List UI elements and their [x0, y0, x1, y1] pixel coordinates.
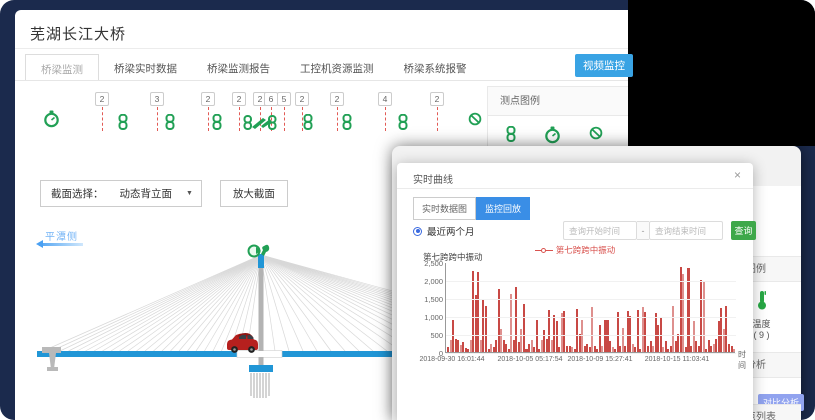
section-select-value: 动态背立面 [120, 186, 173, 201]
modal-header: 实时曲线 × [397, 163, 753, 189]
modal-title: 实时曲线 [413, 171, 453, 186]
sensor-strip: 23222652242 [15, 88, 495, 148]
legend-panel-icons [488, 116, 628, 149]
chart-bar [682, 274, 684, 352]
query-button[interactable]: 查询 [731, 221, 756, 240]
legend-label: 第七跨跨中振动 [556, 245, 616, 255]
modal-filter-row: 最近两个月 - 查询 [413, 221, 737, 241]
legend-line-marker-icon [535, 247, 553, 254]
chevron-down-icon: ▼ [186, 190, 193, 197]
thermometer-icon [756, 290, 768, 310]
sensor-count-badge: 2 [201, 92, 215, 106]
backdrop-black-panel [628, 0, 815, 146]
section-select-combo: 截面选择： 动态背立面 ▼ [40, 180, 202, 207]
sensor-count-badge: 3 [150, 92, 164, 106]
main-tab-2[interactable]: 桥梁监测报告 [192, 54, 285, 81]
title-divider [15, 48, 628, 49]
sensor-count-badge: 2 [232, 92, 246, 106]
y-axis-tick-label: 500 [430, 331, 443, 340]
x-axis-tick-label: 2018-10-05 05:17:54 [498, 356, 563, 363]
x-axis-tick-label: 2018-09-30 16:01:44 [420, 356, 485, 363]
main-tab-4[interactable]: 桥梁系统报警 [389, 54, 482, 81]
gridline [446, 335, 736, 336]
date-range-separator: - [637, 221, 649, 240]
chain-icon[interactable] [165, 114, 175, 135]
modal-tab-1[interactable]: 监控回放 [476, 197, 530, 220]
section-select-dropdown[interactable]: 动态背立面 ▼ [112, 181, 201, 206]
gauge-icon[interactable] [43, 110, 60, 133]
last-two-months-radio[interactable]: 最近两个月 [413, 224, 475, 238]
gridline [446, 281, 736, 282]
y-axis-tick-label: 1,500 [424, 295, 443, 304]
query-end-time-input[interactable] [649, 221, 723, 240]
sensor-dashed-line [437, 107, 438, 131]
x-axis-tick-label: 2018-10-09 15:27:41 [568, 356, 633, 363]
gridline [446, 353, 736, 354]
modal-tab-0[interactable]: 实时数据图 [413, 197, 476, 220]
sensor-dashed-line [157, 107, 158, 131]
sensor-dashed-line [337, 107, 338, 131]
y-axis-tick-label: 2,000 [424, 277, 443, 286]
tabbar-divider [15, 80, 628, 81]
sensor-count-badge: 2 [95, 92, 109, 106]
main-tab-3[interactable]: 工控机资源监测 [285, 54, 389, 81]
noentry-icon[interactable] [468, 112, 482, 131]
chart-bar [733, 349, 735, 352]
chain-icon[interactable] [303, 114, 313, 135]
chain-icon[interactable] [342, 114, 352, 135]
chain-icon[interactable] [118, 114, 128, 135]
main-tab-1[interactable]: 桥梁实时数据 [99, 54, 192, 81]
bridge-deck-gap [237, 351, 282, 358]
chart-x-axis-title: 时间 [738, 349, 753, 371]
main-tabbar: 桥梁监测桥梁实时数据桥梁监测报告工控机资源监测桥梁系统报警 [25, 54, 482, 81]
car [227, 333, 258, 353]
close-icon[interactable]: × [734, 169, 741, 181]
sensor-count-badge: 2 [295, 92, 309, 106]
main-tab-0[interactable]: 桥梁监测 [25, 54, 99, 81]
sensor-dashed-line [385, 107, 386, 131]
cluster-icon[interactable] [243, 114, 277, 136]
sensor-count-badge: 2 [430, 92, 444, 106]
page-background: 芜湖长江大桥 桥梁监测桥梁实时数据桥梁监测报告工控机资源监测桥梁系统报警 视频监… [0, 0, 815, 420]
sensor-dashed-line [284, 107, 285, 131]
sensor-dashed-line [102, 107, 103, 131]
x-axis-tick-label: 2018-10-15 11:03:41 [645, 356, 709, 363]
chart-bars [447, 262, 735, 352]
modal-tabbar: 实时数据图监控回放 [413, 197, 530, 220]
y-axis-tick-label: 2,500 [424, 259, 443, 268]
chart-bar [523, 304, 525, 352]
radio-label: 最近两个月 [427, 224, 475, 238]
chain-icon[interactable] [212, 114, 222, 135]
sensor-dashed-line [239, 107, 240, 131]
page-title: 芜湖长江大桥 [30, 23, 126, 44]
tower-top-sensor-icons [249, 245, 270, 257]
sensor-count-badge: 4 [378, 92, 392, 106]
gridline [446, 317, 736, 318]
video-monitor-button[interactable]: 视频监控 [575, 54, 633, 77]
query-start-time-input[interactable] [563, 221, 637, 240]
radio-dot-icon [413, 227, 422, 236]
sensor-count-badge: 2 [330, 92, 344, 106]
chain-icon[interactable] [398, 114, 408, 135]
y-axis-tick-label: 1,000 [424, 313, 443, 322]
realtime-curve-modal: 实时曲线 × 实时数据图监控回放 最近两个月 - 查询 第七跨跨中振动 第七跨跨… [397, 163, 753, 420]
sensor-count-badge: 6 [264, 92, 278, 106]
gridline [446, 299, 736, 300]
section-select-row: 截面选择： 动态背立面 ▼ 放大截面 [40, 180, 288, 207]
section-select-label: 截面选择： [41, 186, 112, 201]
tower-foundation-hatch [251, 373, 269, 398]
sensor-dashed-line [208, 107, 209, 131]
sensor-count-badge: 5 [277, 92, 291, 106]
legend-panel-title: 测点图例 [488, 86, 628, 116]
bridge-left-pier [42, 347, 61, 371]
chart-plot-area [445, 263, 735, 353]
enlarge-section-button[interactable]: 放大截面 [220, 180, 288, 207]
chart-bar [485, 306, 487, 352]
